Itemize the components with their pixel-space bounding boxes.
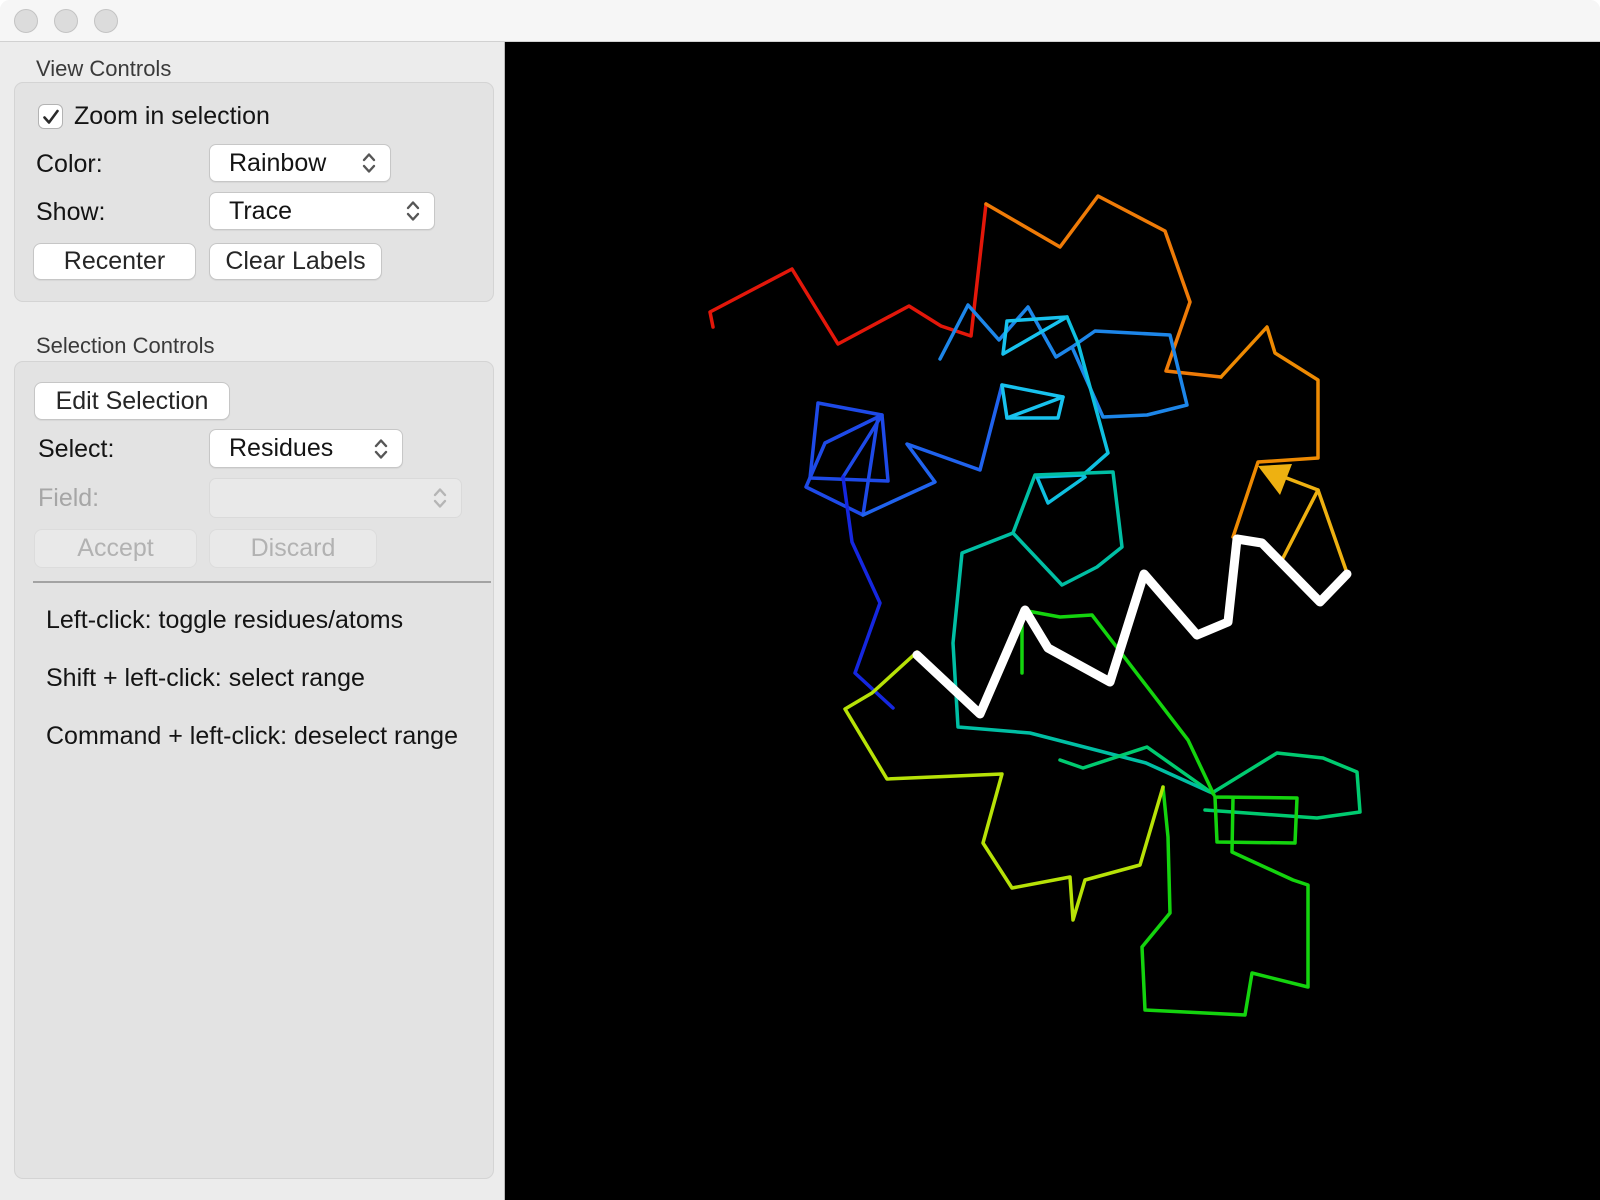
popup-chevrons-icon [374,438,388,459]
field-label: Field: [38,484,100,512]
app-window: View Controls Zoom in selection Color: R… [0,0,1600,1200]
trace-green-diagonal [1020,608,1216,797]
zoom-in-selection-checkbox[interactable] [38,104,63,129]
clear-labels-button[interactable]: Clear Labels [209,243,382,280]
show-label: Show: [36,198,106,226]
edit-selection-button[interactable]: Edit Selection [34,382,230,420]
minimize-button[interactable] [54,9,78,33]
select-popup[interactable]: Residues [209,429,403,468]
controls-sidebar: View Controls Zoom in selection Color: R… [0,42,505,1200]
show-popup[interactable]: Trace [209,192,435,230]
recenter-button[interactable]: Recenter [33,243,196,280]
trace-orange-right [1219,325,1320,539]
maximize-button[interactable] [94,9,118,33]
help-command-click: Command + left-click: deselect range [46,722,458,750]
checkmark-icon [43,109,59,124]
show-popup-value: Trace [229,196,292,225]
color-popup[interactable]: Rainbow [209,144,391,182]
help-shift-click: Shift + left-click: select range [46,664,365,692]
trace-green-loop [1140,785,1310,1017]
discard-button: Discard [209,529,377,568]
trace-gold-b [1281,488,1320,560]
selected-residues [912,534,1352,719]
selection-controls-header: Selection Controls [36,333,215,358]
select-popup-value: Residues [229,434,334,462]
separator [33,581,491,583]
trace-chartreuse [843,650,1165,922]
view-controls-header: View Controls [36,56,172,81]
trace-royal-kite-2 [804,415,880,517]
trace-red [708,202,988,346]
accept-button: Accept [34,529,197,568]
select-label: Select: [38,435,115,463]
close-button[interactable] [14,9,38,33]
popup-chevrons-icon [433,488,447,508]
color-popup-value: Rainbow [229,148,327,177]
title-bar[interactable] [0,0,1600,42]
molecule-svg [708,194,1362,1017]
help-left-click: Left-click: toggle residues/atoms [46,606,404,634]
zoom-in-selection-label: Zoom in selection [74,102,270,130]
trace-orange [984,194,1223,379]
popup-chevrons-icon [362,153,376,173]
color-label: Color: [36,150,103,178]
field-popup [209,478,462,518]
trace-green-rect [1213,795,1299,845]
trace-cyan-sq-diag [1005,395,1065,420]
molecule-viewport[interactable] [505,42,1600,1200]
popup-chevrons-icon [406,201,420,221]
